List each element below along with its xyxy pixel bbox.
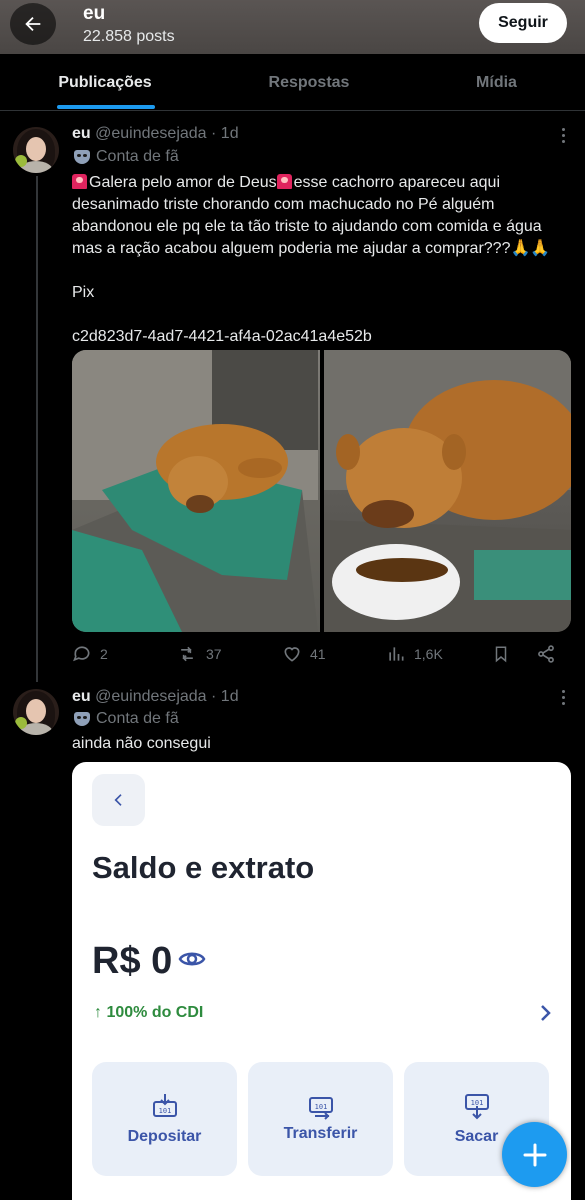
repost-count: 37 <box>206 646 222 662</box>
follow-button[interactable]: Seguir <box>479 3 567 43</box>
deposit-button: 101 Depositar <box>92 1062 237 1176</box>
fan-account-badge: Conta de fã <box>74 710 179 728</box>
views-icon <box>389 647 404 661</box>
share-button[interactable] <box>536 644 556 664</box>
dog-photo-2[interactable] <box>323 350 571 632</box>
transfer-button: 101 Transferir <box>248 1062 393 1176</box>
chevron-left-icon <box>113 794 122 806</box>
active-tab-indicator <box>57 105 155 109</box>
repost-button[interactable]: 37 <box>176 644 222 664</box>
svg-text:101: 101 <box>470 1099 483 1107</box>
post-text: Galera pelo amor de Deus esse cachorro ap… <box>72 172 550 348</box>
plus-icon <box>523 1143 546 1166</box>
tab-publicacoes[interactable]: Publicações <box>0 54 210 111</box>
fan-account-badge: Conta de fã <box>74 148 179 166</box>
tab-respostas[interactable]: Respostas <box>210 54 408 111</box>
profile-tabs: Publicações Respostas Mídia <box>0 54 585 111</box>
back-button[interactable] <box>10 3 56 45</box>
svg-text:101: 101 <box>158 1107 171 1115</box>
bank-balance: R$ 0 <box>92 940 173 982</box>
svg-text:101: 101 <box>314 1103 327 1111</box>
withdraw-icon: 101 <box>464 1094 489 1120</box>
dog-photo-1[interactable] <box>72 350 320 632</box>
siren-emoji-icon <box>72 174 87 189</box>
siren-emoji-icon <box>276 174 292 189</box>
more-options-icon[interactable] <box>560 128 566 148</box>
share-icon <box>538 645 554 663</box>
profile-name: eu <box>83 3 106 24</box>
bookmark-icon <box>495 646 507 663</box>
more-options-icon[interactable] <box>560 690 566 710</box>
post-text-part: desanimado triste chorando com machucado… <box>72 196 551 345</box>
author-handle[interactable]: @euindesejada <box>95 125 206 142</box>
profile-header: eu 22.858 posts Seguir <box>0 0 585 54</box>
bank-screenshot[interactable]: Saldo e extrato R$ 0 ↑ 100% do CDI 101 D… <box>72 762 571 1200</box>
badge-label: Conta de fã <box>96 148 179 165</box>
transfer-label: Transferir <box>283 1125 358 1142</box>
cdi-yield: ↑ 100% do CDI <box>94 1004 204 1021</box>
chevron-right-icon <box>538 1004 552 1027</box>
bank-back-button <box>92 774 145 826</box>
reply-count: 2 <box>100 646 108 662</box>
like-count: 41 <box>310 646 326 662</box>
badge-label: Conta de fã <box>96 710 179 727</box>
post-media[interactable] <box>72 350 571 632</box>
post-actions: 2 37 41 1,6K <box>72 644 571 666</box>
deposit-label: Depositar <box>127 1128 202 1145</box>
repost-icon <box>181 646 193 662</box>
avatar[interactable] <box>13 689 59 735</box>
author-name[interactable]: eu <box>72 125 91 142</box>
reply-button[interactable]: 2 <box>72 644 108 664</box>
avatar[interactable] <box>13 127 59 173</box>
bookmark-button[interactable] <box>492 644 510 664</box>
deposit-icon: 101 <box>152 1094 177 1117</box>
arrow-left-icon <box>25 16 41 32</box>
like-button[interactable]: 41 <box>282 644 326 664</box>
tab-midia[interactable]: Mídia <box>408 54 585 111</box>
author-name[interactable]: eu <box>72 688 91 705</box>
dog-photo-1-drawing <box>72 350 318 632</box>
views-button[interactable]: 1,6K <box>386 644 443 664</box>
post-text-part: Galera pelo amor de Deus <box>89 174 277 191</box>
transfer-icon: 101 <box>308 1097 333 1120</box>
mask-icon <box>74 712 90 726</box>
eye-icon <box>178 948 206 975</box>
author-handle[interactable]: @euindesejada <box>95 688 206 705</box>
post-meta: eu @euindesejada · 1d <box>72 688 239 705</box>
post-time[interactable]: 1d <box>221 688 239 705</box>
dog-photo-2-drawing <box>323 350 571 632</box>
reply-icon <box>73 646 90 662</box>
bank-title: Saldo e extrato <box>92 850 315 885</box>
post-time[interactable]: 1d <box>221 125 239 142</box>
thread-line <box>36 176 38 682</box>
post-meta: eu @euindesejada · 1d <box>72 125 239 142</box>
heart-icon <box>284 647 300 662</box>
compose-button[interactable] <box>502 1122 567 1187</box>
view-count: 1,6K <box>414 646 443 662</box>
post-text: ainda não consegui <box>72 735 211 752</box>
post-text-part: esse cachorro apareceu aqui <box>293 174 501 191</box>
mask-icon <box>74 150 90 164</box>
post-count: 22.858 posts <box>83 28 175 45</box>
